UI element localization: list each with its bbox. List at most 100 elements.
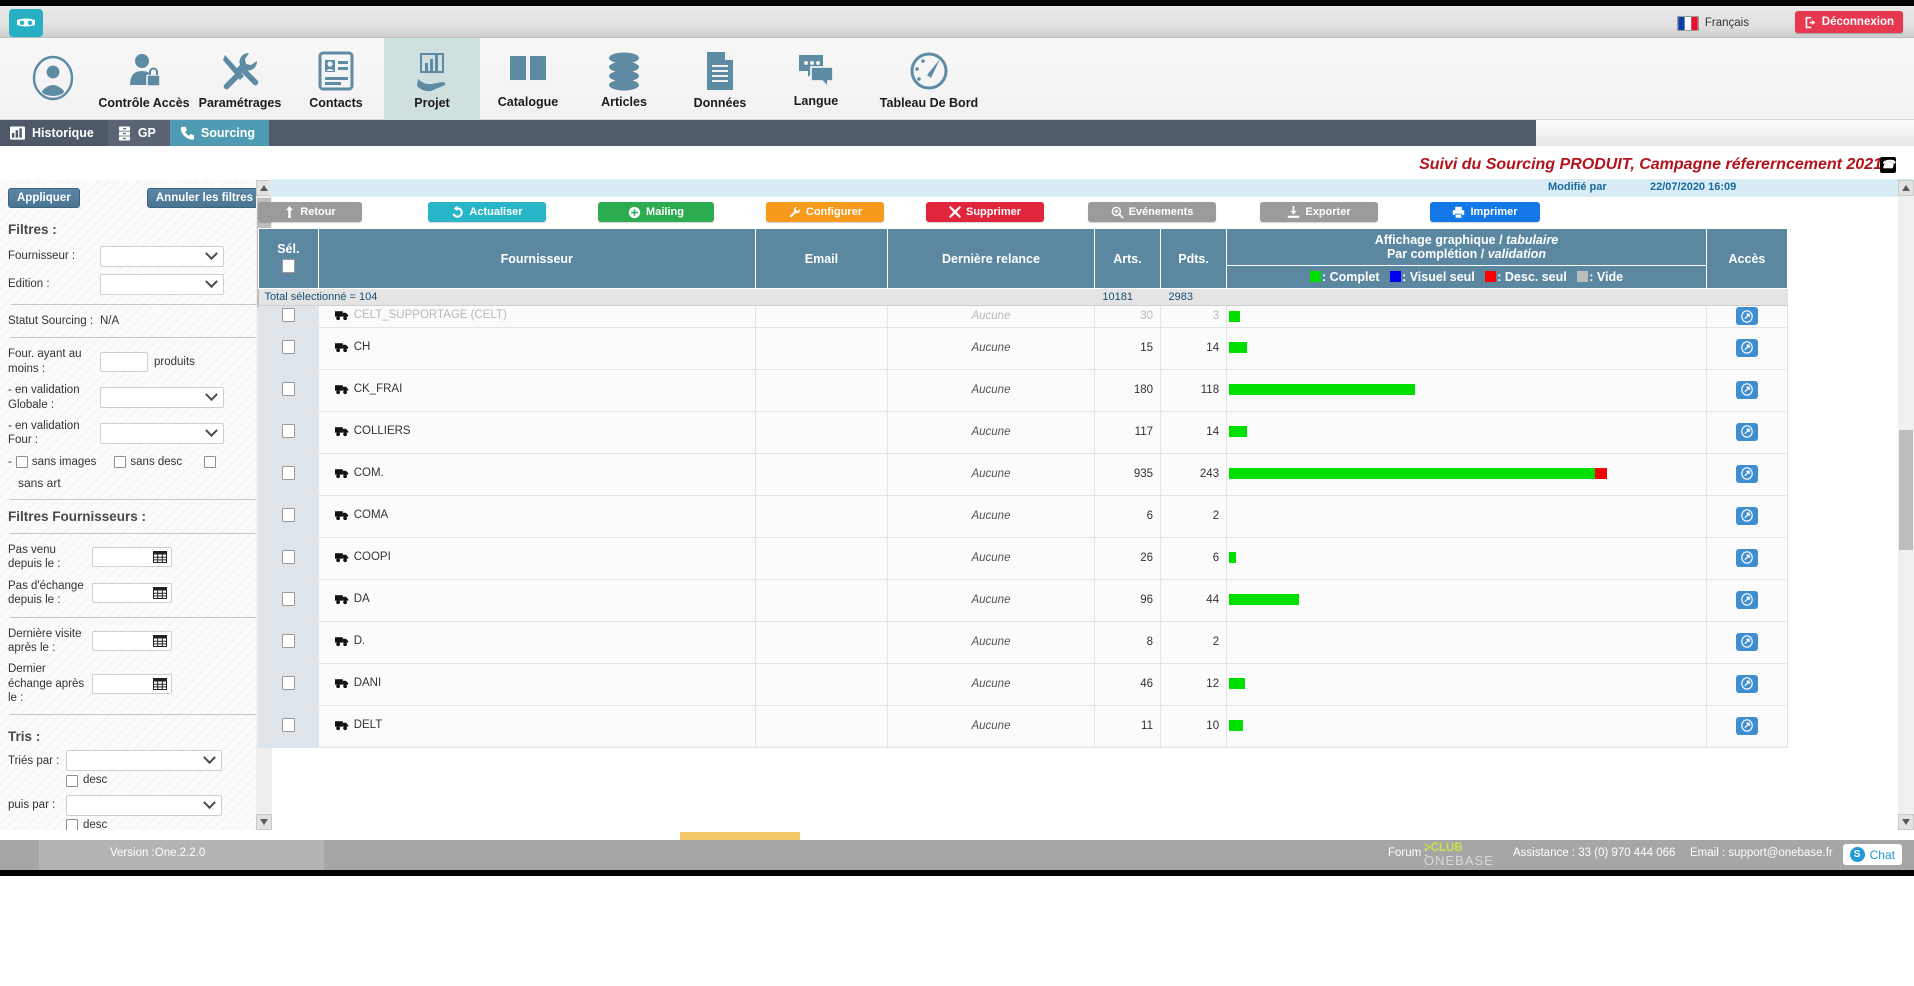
open-link-icon[interactable] xyxy=(1735,674,1758,693)
table-row[interactable]: CH Aucune 15 14 xyxy=(258,326,1789,370)
acces-cell[interactable] xyxy=(1705,494,1789,538)
acces-cell[interactable] xyxy=(1705,704,1789,748)
table-row[interactable]: COMA Aucune 6 2 xyxy=(258,494,1789,538)
open-link-icon[interactable] xyxy=(1735,548,1758,567)
nav-item-projet[interactable]: Projet xyxy=(384,38,480,120)
acces-cell[interactable] xyxy=(1705,452,1789,496)
row-select-cell[interactable] xyxy=(258,410,319,454)
open-link-icon[interactable] xyxy=(1735,506,1758,525)
select-all-checkbox[interactable] xyxy=(281,258,295,273)
pas-venu-date-input[interactable] xyxy=(92,547,172,568)
mailing-button[interactable]: Mailing xyxy=(598,202,714,222)
table-row[interactable]: D. Aucune 8 2 xyxy=(258,620,1789,664)
acces-cell[interactable] xyxy=(1705,410,1789,454)
supplier-name-cell[interactable]: COLLIERS xyxy=(317,410,756,454)
dernier-echange-date-input[interactable] xyxy=(92,673,172,694)
tries-par-desc-checkbox[interactable] xyxy=(66,774,78,787)
supplier-name-cell[interactable]: CELT_SUPPORTAGE (CELT) xyxy=(317,305,756,328)
open-link-icon[interactable] xyxy=(1735,590,1758,609)
logout-button[interactable]: Déconnexion xyxy=(1794,11,1903,33)
supplier-name-cell[interactable]: DELT xyxy=(317,704,756,748)
language-selector[interactable]: Français xyxy=(1676,13,1749,33)
row-checkbox[interactable] xyxy=(281,381,295,396)
open-link-icon[interactable] xyxy=(1735,307,1758,325)
row-checkbox[interactable] xyxy=(281,465,295,480)
row-checkbox[interactable] xyxy=(281,717,295,732)
supplier-name-cell[interactable]: DA xyxy=(317,578,756,622)
table-row[interactable]: COLLIERS Aucune 117 14 xyxy=(258,410,1789,454)
page-scrollbar[interactable] xyxy=(1898,180,1914,830)
nav-item-donnees[interactable]: Données xyxy=(672,38,768,120)
row-select-cell[interactable] xyxy=(258,305,319,328)
supplier-name-cell[interactable]: DANI xyxy=(317,662,756,706)
acces-cell[interactable] xyxy=(1705,536,1789,580)
row-checkbox[interactable] xyxy=(281,549,295,564)
tab-historique[interactable]: Historique xyxy=(0,120,108,146)
derniere-visite-date-input[interactable] xyxy=(92,630,172,651)
nav-item-controle-acces[interactable]: Contrôle Accès xyxy=(96,38,192,120)
table-row[interactable]: DA Aucune 96 44 xyxy=(258,578,1789,622)
supplier-name-cell[interactable]: CH xyxy=(317,326,756,370)
table-row[interactable]: COOPI Aucune 26 6 xyxy=(258,536,1789,580)
acces-cell[interactable] xyxy=(1705,305,1789,328)
tab-sourcing[interactable]: Sourcing xyxy=(169,120,270,146)
sidebar-scroll-down-button[interactable] xyxy=(256,814,272,830)
acces-cell[interactable] xyxy=(1705,326,1789,370)
actualiser-button[interactable]: Actualiser xyxy=(428,202,546,222)
validation-globale-select[interactable] xyxy=(100,387,224,408)
acces-cell[interactable] xyxy=(1705,620,1789,664)
row-checkbox[interactable] xyxy=(281,423,295,438)
row-checkbox[interactable] xyxy=(281,675,295,690)
puis-par-1-select[interactable] xyxy=(66,794,222,816)
retour-button[interactable]: Retour xyxy=(258,202,362,222)
acces-cell[interactable] xyxy=(1705,368,1789,412)
row-select-cell[interactable] xyxy=(258,578,319,622)
four-min-input[interactable] xyxy=(100,351,148,372)
exporter-button[interactable]: Exporter xyxy=(1260,202,1378,222)
row-select-cell[interactable] xyxy=(258,662,319,706)
imprimer-button[interactable]: Imprimer xyxy=(1430,202,1540,222)
app-logo[interactable] xyxy=(9,9,43,37)
apply-button[interactable]: Appliquer xyxy=(8,188,80,208)
supplier-name-cell[interactable]: D. xyxy=(317,620,756,664)
sans-desc-checkbox[interactable] xyxy=(114,455,127,468)
nav-item-langue[interactable]: Langue xyxy=(768,38,864,120)
nav-item-articles[interactable]: Articles xyxy=(576,38,672,120)
row-checkbox[interactable] xyxy=(281,591,295,606)
open-link-icon[interactable] xyxy=(1735,338,1758,357)
supplier-name-cell[interactable]: CK_FRAI xyxy=(317,368,756,412)
row-select-cell[interactable] xyxy=(258,494,319,538)
open-link-icon[interactable] xyxy=(1735,422,1758,441)
supplier-name-cell[interactable]: COM. xyxy=(317,452,756,496)
page-scroll-up-button[interactable] xyxy=(1898,180,1914,196)
row-checkbox[interactable] xyxy=(281,633,295,648)
row-select-cell[interactable] xyxy=(258,368,319,412)
row-select-cell[interactable] xyxy=(258,452,319,496)
supprimer-button[interactable]: Supprimer xyxy=(926,202,1044,222)
nav-item-user[interactable] xyxy=(10,38,96,120)
row-select-cell[interactable] xyxy=(258,326,319,370)
puis-par-1-desc-checkbox[interactable] xyxy=(66,818,78,830)
nav-item-parametrages[interactable]: Paramétrages xyxy=(192,38,288,120)
tab-gp[interactable]: GP xyxy=(107,120,170,146)
page-scroll-down-button[interactable] xyxy=(1898,814,1914,830)
nav-item-tableau-de-bord[interactable]: Tableau De Bord xyxy=(864,38,994,120)
open-link-icon[interactable] xyxy=(1735,716,1758,735)
validation-four-select[interactable] xyxy=(100,422,224,444)
row-checkbox[interactable] xyxy=(281,339,295,354)
row-select-cell[interactable] xyxy=(258,704,319,748)
acces-cell[interactable] xyxy=(1705,578,1789,622)
supplier-name-cell[interactable]: COMA xyxy=(317,494,756,538)
chat-button[interactable]: S Chat xyxy=(1842,844,1902,865)
supplier-name-cell[interactable]: COOPI xyxy=(317,536,756,580)
table-row[interactable]: DELT Aucune 11 10 xyxy=(258,704,1789,748)
row-select-cell[interactable] xyxy=(258,620,319,664)
table-row[interactable]: CELT_SUPPORTAGE (CELT) Aucune 30 3 xyxy=(258,305,1789,328)
row-select-cell[interactable] xyxy=(258,536,319,580)
tries-par-select[interactable] xyxy=(66,750,222,772)
table-row[interactable]: DANI Aucune 46 12 xyxy=(258,662,1789,706)
reset-filters-button[interactable]: Annuler les filtres xyxy=(146,188,262,208)
pas-echange-date-input[interactable] xyxy=(92,583,172,604)
nav-item-contacts[interactable]: Contacts xyxy=(288,38,384,120)
filter-fournisseur-select[interactable] xyxy=(100,246,224,267)
